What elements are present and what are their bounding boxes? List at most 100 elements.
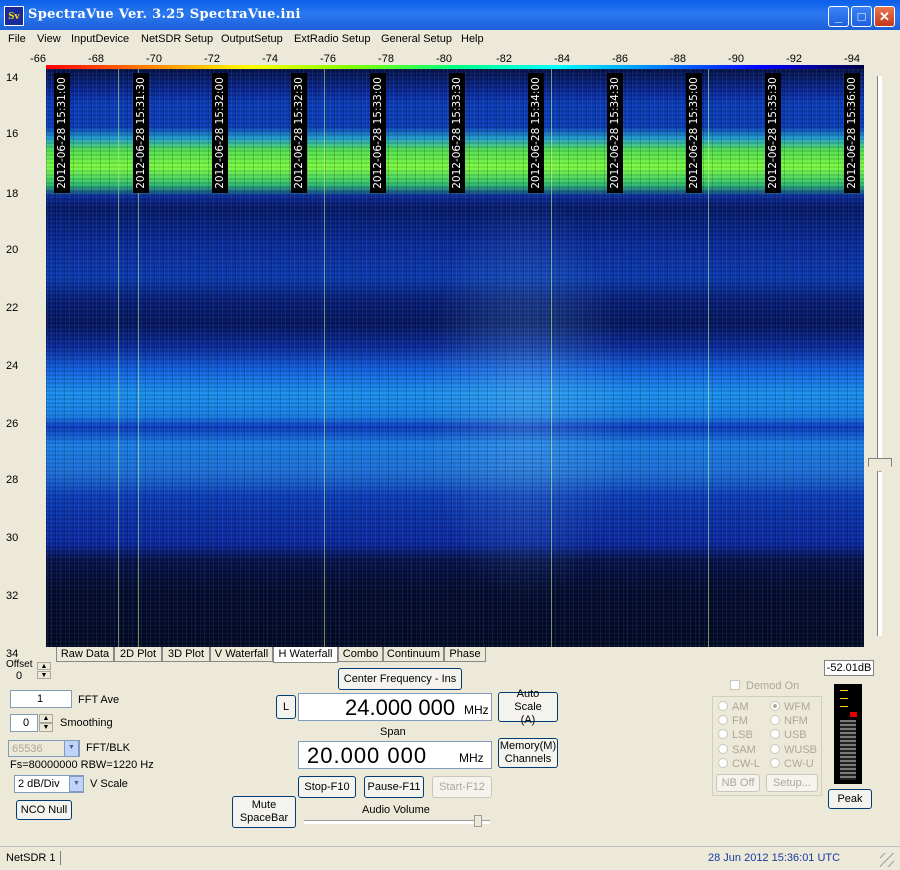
peak-button[interactable]: Peak (828, 789, 872, 809)
audio-volume-slider-thumb[interactable] (474, 815, 482, 827)
audio-volume-label: Audio Volume (362, 804, 430, 816)
demod-mode-cw-l[interactable]: CW-L (718, 758, 760, 770)
center-frequency-display[interactable]: 24.000 000 MHz (298, 693, 492, 721)
peak-marker (850, 712, 857, 717)
menu-view[interactable]: View (37, 33, 61, 45)
tab-v-waterfall[interactable]: V Waterfall (210, 647, 273, 662)
center-frequency-unit: MHz (464, 703, 489, 717)
amplitude-tick: -82 (496, 53, 512, 65)
smoothing-input[interactable]: 0 (10, 714, 38, 732)
minimize-button[interactable]: _ (828, 6, 849, 27)
smoothing-down-arrow[interactable]: ▼ (39, 723, 53, 732)
menu-inputdevice[interactable]: InputDevice (71, 33, 129, 45)
timestamp-label: 2012-06-28 15:31:00 (54, 73, 70, 193)
fft-ave-input[interactable]: 1 (10, 690, 72, 708)
fft-blk-label: FFT/BLK (86, 742, 131, 754)
amplitude-tick: -70 (146, 53, 162, 65)
fs-rbw-readout: Fs=80000000 RBW=1220 Hz (10, 759, 154, 771)
pause-button[interactable]: Pause-F11 (364, 776, 424, 798)
fft-ave-label: FFT Ave (78, 694, 120, 706)
demod-mode-lsb[interactable]: LSB (718, 729, 753, 741)
amplitude-tick: -86 (612, 53, 628, 65)
tab-2d-plot[interactable]: 2D Plot (114, 647, 162, 662)
timestamp-label: 2012-06-28 15:35:00 (686, 73, 702, 193)
span-unit: MHz (459, 751, 484, 765)
signal-level-meter (834, 684, 862, 784)
timestamp-label: 2012-06-28 15:35:30 (765, 73, 781, 193)
offset-value: 0 (16, 670, 23, 682)
memory-channels-button[interactable]: Memory(M) Channels (498, 738, 558, 768)
demod-mode-fm[interactable]: FM (718, 715, 748, 727)
fft-blk-dropdown-arrow[interactable]: ▼ (64, 740, 79, 757)
demod-mode-cw-u[interactable]: CW-U (770, 758, 814, 770)
app-icon: Sv (4, 6, 24, 26)
span-display[interactable]: 20.000 000 MHz (298, 741, 492, 769)
demod-mode-usb[interactable]: USB (770, 729, 807, 741)
reference-level-slider-thumb[interactable] (868, 458, 892, 472)
amplitude-tick: -78 (378, 53, 394, 65)
nb-off-button[interactable]: NB Off (716, 774, 760, 792)
tab-raw-data[interactable]: Raw Data (56, 647, 114, 662)
timestamp-label: 2012-06-28 15:36:00 (844, 73, 860, 193)
timestamp-label: 2012-06-28 15:32:30 (291, 73, 307, 193)
menu-outputsetup[interactable]: OutputSetup (221, 33, 283, 45)
menu-file[interactable]: File (8, 33, 26, 45)
offset-up-arrow[interactable]: ▲ (37, 662, 51, 670)
tab-3d-plot[interactable]: 3D Plot (162, 647, 210, 662)
demod-mode-am[interactable]: AM (718, 701, 749, 713)
amplitude-tick: -74 (262, 53, 278, 65)
smoothing-up-arrow[interactable]: ▲ (39, 714, 53, 723)
amplitude-tick: -88 (670, 53, 686, 65)
frequency-tick: 20 (6, 244, 19, 256)
span-label: Span (380, 726, 406, 738)
offset-down-arrow[interactable]: ▼ (37, 671, 51, 679)
resize-grip[interactable] (880, 853, 894, 867)
frequency-tick: 28 (6, 474, 19, 486)
amplitude-tick: -68 (88, 53, 104, 65)
close-button[interactable]: ✕ (874, 6, 895, 27)
timestamp-label: 2012-06-28 15:34:30 (607, 73, 623, 193)
tab-continuum[interactable]: Continuum (383, 647, 444, 662)
frequency-tick: 22 (6, 302, 19, 314)
reference-level-slider-track[interactable] (877, 76, 882, 636)
menu-bar: File View InputDevice NetSDR Setup Outpu… (0, 30, 900, 49)
amplitude-tick: -76 (320, 53, 336, 65)
demod-setup-button[interactable]: Setup... (766, 774, 818, 792)
timestamp-label: 2012-06-28 15:32:00 (212, 73, 228, 193)
menu-help[interactable]: Help (461, 33, 484, 45)
amplitude-tick: -72 (204, 53, 220, 65)
menu-extradio-setup[interactable]: ExtRadio Setup (294, 33, 370, 45)
timestamp-label: 2012-06-28 15:34:00 (528, 73, 544, 193)
tab-h-waterfall[interactable]: H Waterfall (273, 647, 338, 663)
timestamp-label: 2012-06-28 15:33:30 (449, 73, 465, 193)
mute-button[interactable]: Mute SpaceBar (232, 796, 296, 828)
amplitude-tick: -92 (786, 53, 802, 65)
nco-null-button[interactable]: NCO Null (16, 800, 72, 820)
tab-combo[interactable]: Combo (338, 647, 383, 662)
frequency-tick: 16 (6, 128, 19, 140)
l-button[interactable]: L (276, 695, 296, 719)
audio-volume-slider-track[interactable] (304, 820, 490, 824)
window-title: SpectraVue Ver. 3.25 SpectraVue.ini (28, 7, 301, 22)
menu-general-setup[interactable]: General Setup (381, 33, 452, 45)
maximize-button[interactable]: □ (851, 6, 872, 27)
auto-scale-button[interactable]: Auto Scale (A) (498, 688, 558, 726)
tab-phase[interactable]: Phase (444, 647, 486, 662)
demod-mode-nfm[interactable]: NFM (770, 715, 808, 727)
status-device: NetSDR 1 (6, 852, 56, 864)
demod-mode-wfm[interactable]: WFM (770, 701, 810, 713)
center-frequency-button[interactable]: Center Frequency - Ins (338, 668, 462, 690)
frequency-scale: 14 16 18 20 22 24 26 28 30 32 34 (0, 70, 44, 660)
waterfall-display[interactable]: 2012-06-28 15:31:00 2012-06-28 15:31:30 … (46, 69, 864, 647)
demod-on-label: Demod On (746, 680, 800, 692)
menu-netsdr-setup[interactable]: NetSDR Setup (141, 33, 213, 45)
frequency-tick: 26 (6, 418, 19, 430)
stop-button[interactable]: Stop-F10 (298, 776, 356, 798)
demod-mode-wusb[interactable]: WUSB (770, 744, 817, 756)
start-button[interactable]: Start-F12 (432, 776, 492, 798)
center-frequency-value: 24.000 000 (345, 695, 456, 720)
demod-mode-sam[interactable]: SAM (718, 744, 756, 756)
vscale-dropdown-arrow[interactable]: ▼ (69, 776, 84, 792)
vscale-label: V Scale (90, 778, 128, 790)
demod-on-checkbox[interactable] (730, 680, 740, 690)
